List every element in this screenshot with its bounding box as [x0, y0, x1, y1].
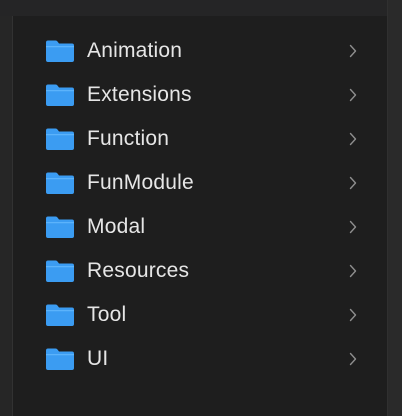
folder-row-tool[interactable]: Tool [13, 294, 387, 338]
folder-label: FunModule [87, 171, 194, 194]
folder-label: Animation [87, 39, 183, 62]
chevron-right-icon [349, 264, 357, 278]
folder-icon [46, 348, 74, 370]
chevron-right-icon [349, 132, 357, 146]
folder-label: Modal [87, 215, 146, 238]
folder-row-extensions[interactable]: Extensions [13, 74, 387, 118]
next-column [388, 0, 402, 416]
folder-row-function[interactable]: Function [13, 118, 387, 162]
folder-row-ui[interactable]: UI [13, 338, 387, 382]
chevron-right-icon [349, 220, 357, 234]
previous-column [0, 16, 12, 416]
column-header-strip [0, 0, 402, 16]
chevron-right-icon [349, 352, 357, 366]
folder-list: Animation Extensions Function FunModule [13, 30, 387, 382]
folder-label: UI [87, 347, 109, 370]
folder-row-modal[interactable]: Modal [13, 206, 387, 250]
folder-icon [46, 172, 74, 194]
folder-icon [46, 260, 74, 282]
folder-icon [46, 84, 74, 106]
folder-row-resources[interactable]: Resources [13, 250, 387, 294]
chevron-right-icon [349, 308, 357, 322]
folder-icon [46, 128, 74, 150]
folder-icon [46, 304, 74, 326]
folder-icon [46, 216, 74, 238]
chevron-right-icon [349, 44, 357, 58]
column-divider-right[interactable] [387, 0, 388, 416]
chevron-right-icon [349, 88, 357, 102]
folder-label: Extensions [87, 83, 192, 106]
folder-icon [46, 40, 74, 62]
folder-row-funmodule[interactable]: FunModule [13, 162, 387, 206]
folder-row-animation[interactable]: Animation [13, 30, 387, 74]
folder-label: Function [87, 127, 170, 150]
folder-label: Tool [87, 303, 127, 326]
folder-label: Resources [87, 259, 190, 282]
chevron-right-icon [349, 176, 357, 190]
